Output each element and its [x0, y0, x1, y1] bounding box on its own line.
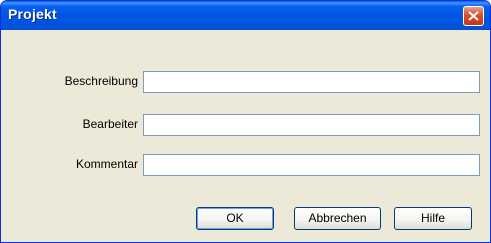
beschreibung-input[interactable]: [143, 71, 480, 93]
close-icon: [468, 11, 479, 21]
help-button[interactable]: Hilfe: [394, 207, 472, 230]
cancel-button[interactable]: Abbrechen: [294, 207, 381, 230]
kommentar-input[interactable]: [143, 154, 480, 176]
bearbeiter-input[interactable]: [143, 114, 480, 136]
beschreibung-label: Beschreibung: [64, 74, 138, 88]
close-button[interactable]: [463, 6, 484, 26]
window-title: Projekt: [8, 6, 57, 22]
title-bar[interactable]: Projekt: [1, 1, 490, 30]
bearbeiter-label: Bearbeiter: [82, 117, 138, 131]
dialog-window: Projekt Beschreibung Bearbeiter Kommenta…: [0, 0, 491, 243]
kommentar-label: Kommentar: [75, 157, 138, 171]
ok-button[interactable]: OK: [196, 207, 274, 230]
